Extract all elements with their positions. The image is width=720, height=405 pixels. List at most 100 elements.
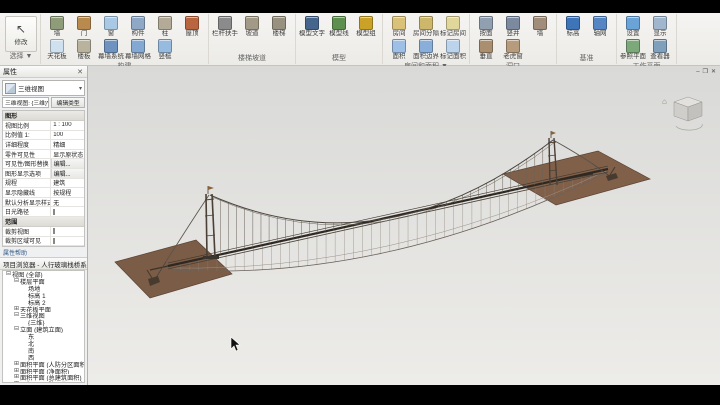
column-icon bbox=[158, 16, 172, 30]
tree-expander-icon[interactable]: ⊞ bbox=[13, 306, 20, 313]
by-face-button[interactable]: 按面 bbox=[473, 15, 499, 38]
tree-item[interactable]: ⊞面积平面 (人防分区面积) bbox=[3, 361, 84, 368]
room-button[interactable]: 房间 bbox=[386, 15, 412, 38]
wall-opening-button[interactable]: 墙 bbox=[527, 15, 553, 38]
ceiling-button[interactable]: 天花板 bbox=[44, 38, 70, 61]
ribbon-group-label-circulation[interactable]: 楼梯坡道 bbox=[212, 54, 292, 64]
property-section-header[interactable]: 图形 bbox=[3, 111, 84, 121]
tree-item[interactable]: ⊟视图 (全部) bbox=[3, 271, 84, 278]
shaft-button[interactable]: 竖井 bbox=[500, 15, 526, 38]
tree-expander-icon[interactable]: ⊟ bbox=[13, 326, 20, 333]
tree-item[interactable]: 标高 2 bbox=[3, 299, 84, 306]
property-value[interactable] bbox=[51, 209, 84, 215]
model-line-button[interactable]: 模型线 bbox=[326, 15, 352, 38]
restore-icon[interactable]: ❐ bbox=[703, 68, 708, 76]
properties-close-icon[interactable]: ✕ bbox=[76, 68, 84, 76]
tree-item[interactable]: ⊟立面 (建筑立面) bbox=[3, 326, 84, 333]
left-panel: 属性 ✕ 三维视图 ▾ 三维视图: {三维} ▾ 编辑类型 图形视图比例1 : … bbox=[0, 66, 88, 385]
level-button[interactable]: 标高 bbox=[560, 15, 586, 38]
property-value[interactable]: 编辑... bbox=[51, 169, 84, 178]
set-workplane-button[interactable]: 设置 bbox=[620, 15, 646, 38]
vertical-opening-button[interactable]: 垂直 bbox=[473, 38, 499, 61]
properties-help-link[interactable]: 属性帮助 bbox=[0, 247, 87, 257]
area-button[interactable]: 面积 bbox=[386, 38, 412, 61]
railing-button[interactable]: 栏杆扶手 bbox=[212, 15, 238, 38]
door-button[interactable]: 门 bbox=[71, 15, 97, 38]
tree-expander-icon[interactable]: ⊞ bbox=[13, 361, 20, 368]
model-group-button[interactable]: 模型组 bbox=[353, 15, 379, 38]
tree-item[interactable]: {三维} bbox=[3, 319, 84, 326]
grid-button[interactable]: 轴网 bbox=[587, 15, 613, 38]
tree-item[interactable]: 南 bbox=[3, 347, 84, 354]
property-value[interactable]: 100 bbox=[51, 132, 84, 138]
checkbox[interactable] bbox=[53, 238, 55, 244]
property-value[interactable] bbox=[51, 238, 84, 244]
checkbox[interactable] bbox=[53, 209, 55, 215]
tree-expander-icon[interactable]: ⊟ bbox=[5, 271, 12, 278]
ref-plane-label: 参照平面 bbox=[620, 53, 646, 60]
room-separator-icon bbox=[419, 16, 433, 30]
property-value[interactable]: 建筑 bbox=[51, 178, 84, 187]
tree-item[interactable]: ⊞面积平面 (净面积) bbox=[3, 368, 84, 375]
tree-expander-icon[interactable]: ⊟ bbox=[13, 278, 20, 285]
roof-button[interactable]: 屋顶 bbox=[179, 15, 205, 38]
mullion-button[interactable]: 竖梃 bbox=[152, 38, 178, 61]
stair-button[interactable]: 楼梯 bbox=[266, 15, 292, 38]
grid-label: 轴网 bbox=[594, 30, 607, 37]
component-button[interactable]: 构件 bbox=[125, 15, 151, 38]
railing-icon bbox=[218, 16, 232, 30]
tree-item[interactable]: 北 bbox=[3, 340, 84, 347]
curtain-grid-button[interactable]: 幕墙网格 bbox=[125, 38, 151, 61]
type-selector[interactable]: 三维视图 ▾ bbox=[2, 80, 85, 96]
tree-expander-icon[interactable]: ⊞ bbox=[13, 374, 20, 381]
home-icon[interactable]: ⌂ bbox=[662, 97, 667, 106]
tree-item[interactable]: 东 bbox=[3, 333, 84, 340]
edit-type-button[interactable]: 编辑类型 bbox=[51, 97, 85, 108]
tree-item-label: 面积平面 (总建筑面积) bbox=[20, 374, 82, 381]
tag-room-button[interactable]: 标记房间 bbox=[440, 15, 466, 38]
property-value[interactable]: 显示原状态 bbox=[51, 150, 84, 159]
minimize-icon[interactable]: ‒ bbox=[696, 68, 699, 76]
tree-item[interactable]: ⊞面积平面 (防火分区面积) bbox=[3, 381, 84, 383]
view-instance-dropdown[interactable]: 三维视图: {三维} ▾ bbox=[2, 97, 49, 108]
ref-plane-button[interactable]: 参照平面 bbox=[620, 38, 646, 61]
close-icon[interactable]: ✕ bbox=[711, 68, 716, 76]
tree-item[interactable]: ⊞天花板平面 bbox=[3, 306, 84, 313]
modify-button[interactable]: ↖ 修改 bbox=[5, 16, 37, 52]
wall-button[interactable]: 墙 bbox=[44, 15, 70, 38]
drawing-canvas[interactable]: ⌂ ‒ ❐✕ bbox=[88, 66, 720, 385]
property-value[interactable] bbox=[51, 228, 84, 234]
ribbon-group-label-select[interactable]: 选择 ▼ bbox=[5, 52, 37, 62]
tree-item[interactable]: ⊟楼层平面 bbox=[3, 278, 84, 285]
tree-expander-icon[interactable]: ⊞ bbox=[13, 381, 20, 383]
dormer-button[interactable]: 老虎窗 bbox=[500, 38, 526, 61]
checkbox[interactable] bbox=[53, 228, 55, 234]
ribbon-group-label-datum[interactable]: 基准 bbox=[560, 54, 613, 64]
property-value[interactable]: 1 : 100 bbox=[51, 122, 84, 128]
window-button[interactable]: 窗 bbox=[98, 15, 124, 38]
area-boundary-button[interactable]: 面积边界 bbox=[413, 38, 439, 61]
tag-area-button[interactable]: 标记面积 bbox=[440, 38, 466, 61]
property-value[interactable]: 无 bbox=[51, 198, 84, 207]
viewer-button[interactable]: 查看器 bbox=[647, 38, 673, 61]
show-workplane-button[interactable]: 显示 bbox=[647, 15, 673, 38]
viewcube[interactable] bbox=[674, 97, 702, 121]
room-separator-button[interactable]: 房间分隔 bbox=[413, 15, 439, 38]
tree-item[interactable]: ⊟三维视图 bbox=[3, 312, 84, 319]
property-value[interactable]: 编辑... bbox=[51, 159, 84, 168]
property-value[interactable]: 精细 bbox=[51, 140, 84, 149]
ribbon-group-label-model[interactable]: 模型 bbox=[299, 54, 379, 64]
curtain-system-button[interactable]: 幕墙系统 bbox=[98, 38, 124, 61]
tree-item[interactable]: ⊞面积平面 (总建筑面积) bbox=[3, 374, 84, 381]
tree-item[interactable]: 西 bbox=[3, 354, 84, 361]
tree-item[interactable]: 标高 1 bbox=[3, 292, 84, 299]
property-section-header[interactable]: 范围 bbox=[3, 217, 84, 227]
ramp-button[interactable]: 坡道 bbox=[239, 15, 265, 38]
tree-expander-icon[interactable]: ⊟ bbox=[13, 312, 20, 319]
property-value[interactable]: 按规程 bbox=[51, 188, 84, 197]
column-button[interactable]: 柱 bbox=[152, 15, 178, 38]
model-text-button[interactable]: 模型文字 bbox=[299, 15, 325, 38]
tree-item[interactable]: 场地 bbox=[3, 285, 84, 292]
tree-expander-icon[interactable]: ⊞ bbox=[13, 368, 20, 375]
floor-button[interactable]: 楼板 bbox=[71, 38, 97, 61]
